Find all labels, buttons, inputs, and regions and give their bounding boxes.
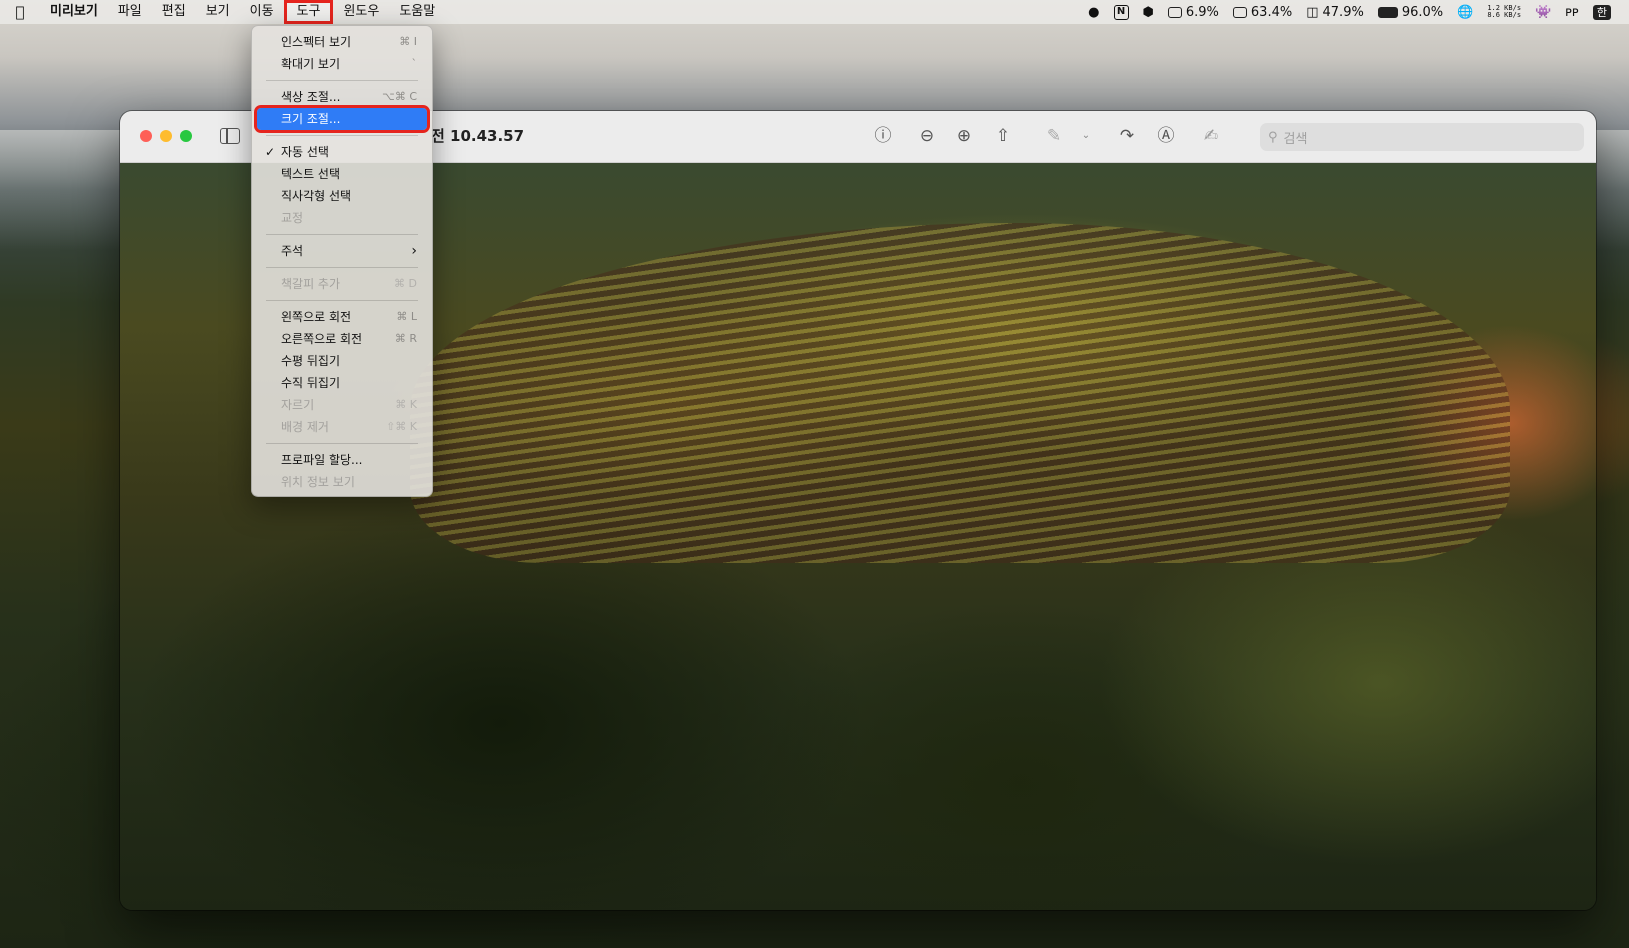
alien-icon[interactable]: 👾 (1535, 5, 1551, 20)
chevron-right-icon: › (411, 243, 417, 259)
menu-separator (266, 135, 418, 136)
tools-menu: 인스펙터 보기 ⌘ I 확대기 보기 ` 색상 조절... ⌥⌘ C 크기 조절...… (251, 25, 433, 497)
globe-icon[interactable]: 🌐 (1457, 5, 1473, 20)
menu-separator (266, 300, 418, 301)
disk-icon: ◫ (1306, 4, 1319, 20)
search-field[interactable]: ⚲ 검색 (1260, 123, 1584, 151)
rotate-icon[interactable]: ↷ (1116, 125, 1138, 147)
zoom-out-icon[interactable]: ⊖ (916, 125, 938, 147)
minimize-button[interactable] (160, 130, 172, 142)
menu-go[interactable]: 이동 (240, 0, 284, 24)
menu-remove-background: 배경 제거 ⇧⌘ K (281, 420, 417, 434)
status-area: ● N ⬢ 6.9% 63.4% ◫ 47.9% 96.0% 🌐 1.2 KB/s… (1088, 4, 1629, 20)
markup-icon[interactable]: Ⓐ (1155, 125, 1177, 147)
menu-rect-select[interactable]: 직사각형 선택 (257, 185, 427, 207)
menu-flip-horizontal[interactable]: 수평 뒤집기 (257, 350, 427, 372)
menu-show-magnifier[interactable]: 확대기 보기 ` (257, 53, 427, 75)
close-button[interactable] (140, 130, 152, 142)
menu-auto-select[interactable]: ✓ 자동 선택 (257, 141, 427, 163)
display-icon (1232, 6, 1247, 18)
menu-crop: 자르기 ⌘ K (281, 398, 417, 412)
cpu-icon (1167, 6, 1182, 18)
battery-icon (1377, 6, 1398, 18)
menu-adjust-color[interactable]: 색상 조절... ⌥⌘ C (257, 86, 427, 108)
menu-adjust-size[interactable]: 크기 조절... (254, 105, 430, 133)
menu-app-name[interactable]: 미리보기 (40, 0, 108, 24)
gpu-status[interactable]: 63.4% (1232, 5, 1292, 20)
cube-icon[interactable]: ⬢ (1143, 5, 1154, 20)
menu-help[interactable]: 도움말 (389, 0, 445, 24)
battery-status[interactable]: 96.0% (1377, 5, 1443, 20)
menu-text-select[interactable]: 텍스트 선택 (257, 163, 427, 185)
checkmark-icon: ✓ (265, 145, 276, 159)
menu-assign-profile[interactable]: 프로파일 할당... (257, 449, 427, 471)
zoom-button[interactable] (180, 130, 192, 142)
menu-show-location: 위치 정보 보기 (281, 475, 355, 489)
menu-separator (266, 443, 418, 444)
signature-icon[interactable]: ✍ (1200, 125, 1222, 147)
menu-rotate-right[interactable]: 오른쪽으로 회전 ⌘ R (257, 328, 427, 350)
notification-icon[interactable]: ● (1088, 5, 1099, 20)
share-icon[interactable]: ⇧ (992, 125, 1014, 147)
menu-rotate-left[interactable]: 왼쪽으로 회전 ⌘ L (257, 306, 427, 328)
window-title: 전 10.43.57 (431, 127, 525, 145)
network-speed[interactable]: 1.2 KB/s 8.6 KB/s (1487, 5, 1521, 19)
search-icon: ⚲ (1268, 129, 1278, 145)
menu-add-bookmark: 책갈피 추가 ⌘ D (281, 277, 417, 291)
menu-bar:  미리보기 파일 편집 보기 이동 도구 윈도우 도움말 ● N ⬢ 6.9%… (0, 0, 1629, 24)
info-icon[interactable]: ⓘ (872, 125, 894, 147)
menu-edit[interactable]: 편집 (152, 0, 196, 24)
menu-window[interactable]: 윈도우 (333, 0, 389, 24)
menu-separator (266, 267, 418, 268)
menu-annotate[interactable]: 주석 › (257, 240, 427, 262)
menu-view[interactable]: 보기 (196, 0, 240, 24)
menu-show-inspector[interactable]: 인스펙터 보기 ⌘ I (257, 31, 427, 53)
menu-separator (266, 80, 418, 81)
input-source[interactable]: 한 (1592, 4, 1611, 20)
zoom-in-icon[interactable]: ⊕ (953, 125, 975, 147)
search-placeholder: 검색 (1283, 131, 1308, 147)
window-controls (140, 130, 192, 142)
menu-flip-vertical[interactable]: 수직 뒤집기 (257, 372, 427, 394)
cpu-status[interactable]: 6.9% (1167, 5, 1219, 20)
menu-separator (266, 234, 418, 235)
markup-pen-icon[interactable]: ✎ (1043, 125, 1065, 147)
menu-correction: 교정 (281, 211, 304, 225)
apple-menu-icon[interactable]:  (0, 3, 40, 21)
notion-icon[interactable]: N (1113, 4, 1129, 20)
menu-file[interactable]: 파일 (108, 0, 152, 24)
chevron-down-icon[interactable]: ⌄ (1075, 125, 1097, 147)
disk-status[interactable]: ◫ 47.9% (1306, 5, 1364, 20)
airpods-icon[interactable]: ᴩᴩ (1565, 5, 1579, 20)
sidebar-toggle-icon[interactable] (220, 128, 240, 144)
menu-tools[interactable]: 도구 (283, 0, 334, 24)
